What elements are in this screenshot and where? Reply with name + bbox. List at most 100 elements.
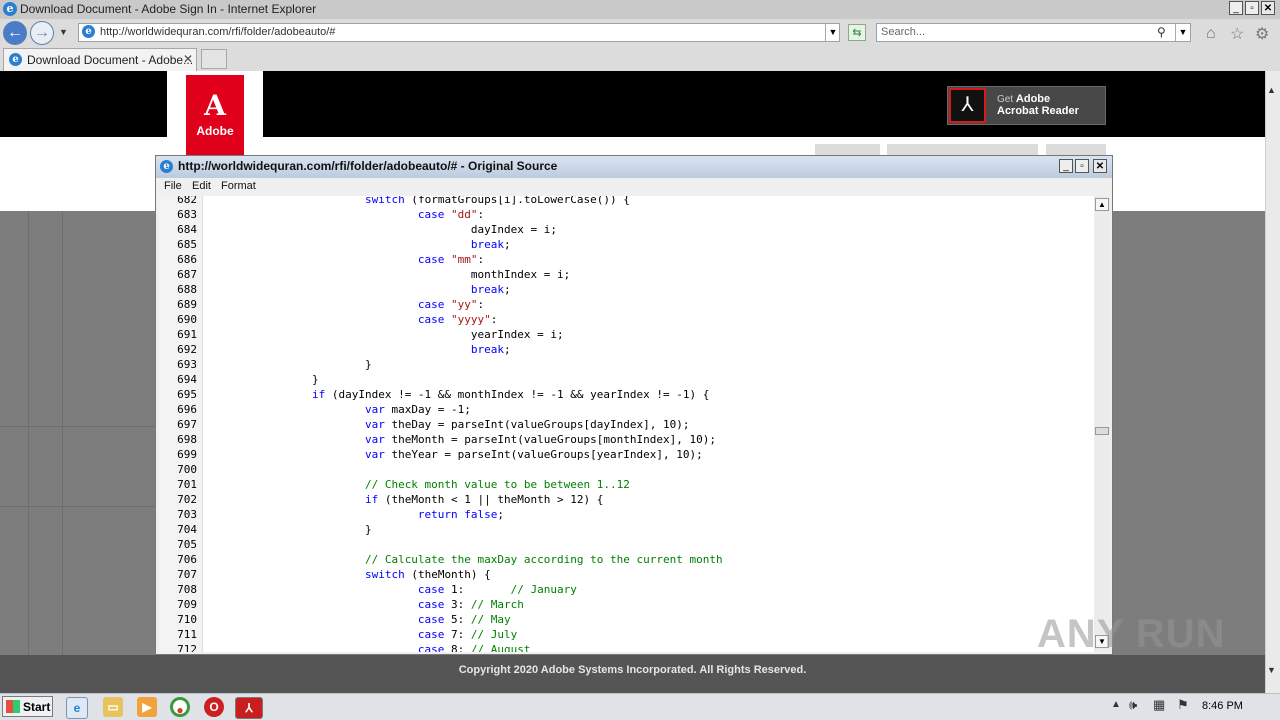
refresh-icon[interactable]: ⇆ xyxy=(848,24,866,41)
code-token: (theMonth) { xyxy=(404,568,491,581)
page-scrollbar[interactable]: ▲ ▼ xyxy=(1265,71,1280,693)
code-token: : xyxy=(477,208,485,221)
start-button[interactable]: Start xyxy=(2,696,53,717)
tab-label: Download Document - Adobe... xyxy=(27,53,194,67)
taskbar-media-player-icon[interactable]: ▶ xyxy=(137,697,157,717)
code-token: 7: xyxy=(444,628,471,641)
taskbar-chrome-icon[interactable]: ● xyxy=(170,697,190,717)
code-text: break; xyxy=(206,282,511,297)
code-line: 710 case 5: // May xyxy=(159,612,1094,627)
code-text: } xyxy=(206,357,372,372)
tab-active[interactable]: e Download Document - Adobe... ✕ xyxy=(3,48,197,71)
maximize-button[interactable]: ▫ xyxy=(1245,1,1259,15)
code-text: dayIndex = i; xyxy=(206,222,557,237)
code-token: dayIndex = i; xyxy=(206,223,557,236)
code-text: case 5: // May xyxy=(206,612,511,627)
code-text: case "mm": xyxy=(206,252,484,267)
favorites-star-icon[interactable]: ☆ xyxy=(1230,24,1244,44)
code-token: : xyxy=(477,298,485,311)
taskbar-clock[interactable]: 8:46 PM xyxy=(1202,700,1243,712)
tab-page-icon: e xyxy=(9,53,22,66)
code-text: case "dd": xyxy=(206,207,484,222)
taskbar-explorer-icon[interactable]: ▭ xyxy=(103,697,123,717)
search-dropdown-icon[interactable]: ▼ xyxy=(1175,24,1190,41)
line-number: 694 xyxy=(177,373,197,386)
scroll-down-arrow-icon[interactable]: ▼ xyxy=(1267,665,1276,675)
source-scrollbar[interactable]: ▲ ▼ xyxy=(1094,196,1111,652)
back-button[interactable]: ← xyxy=(3,21,27,45)
adobe-logo-letter: A xyxy=(204,89,226,122)
action-center-flag-icon[interactable]: ⚑ xyxy=(1177,697,1189,713)
new-tab-button[interactable] xyxy=(201,49,227,69)
code-token: 3: xyxy=(444,598,471,611)
code-text: break; xyxy=(206,237,511,252)
code-token: ; xyxy=(504,343,511,356)
code-line: 695 if (dayIndex != -1 && monthIndex != … xyxy=(159,387,1094,402)
address-bar[interactable]: e http://worldwidequran.com/rfi/folder/a… xyxy=(78,23,840,42)
reader-line1: Get Adobe xyxy=(997,93,1050,105)
search-box[interactable]: Search... ⚲ ▼ xyxy=(876,23,1191,42)
network-icon[interactable]: ▦ xyxy=(1153,697,1165,713)
menu-file[interactable]: File xyxy=(164,180,182,192)
code-keyword: break xyxy=(470,343,505,356)
taskbar-ie-icon[interactable]: e xyxy=(66,697,88,719)
line-number: 686 xyxy=(177,253,197,266)
search-icon[interactable]: ⚲ xyxy=(1157,25,1166,39)
scroll-up-arrow-icon[interactable]: ▲ xyxy=(1267,85,1276,95)
volume-icon[interactable]: 🕪 xyxy=(1129,697,1137,713)
source-scroll-thumb[interactable] xyxy=(1095,427,1109,435)
menu-format[interactable]: Format xyxy=(221,180,256,192)
adobe-logo-word: Adobe xyxy=(196,124,234,138)
close-button[interactable]: ✕ xyxy=(1261,1,1275,15)
code-comment: // May xyxy=(470,613,511,626)
code-line: 697 var theDay = parseInt(valueGroups[da… xyxy=(159,417,1094,432)
line-number: 696 xyxy=(177,403,197,416)
source-window-icon: e xyxy=(160,160,173,173)
tray-expand-icon[interactable]: ▲ xyxy=(1111,699,1121,710)
code-keyword: switch xyxy=(364,196,405,206)
taskbar-acrobat-icon[interactable]: ⅄ xyxy=(235,697,263,719)
code-token: } xyxy=(206,373,319,386)
source-maximize-button[interactable]: ▫ xyxy=(1075,159,1089,173)
source-close-button[interactable]: ✕ xyxy=(1093,159,1107,173)
code-text: var theYear = parseInt(valueGroups[yearI… xyxy=(206,447,703,462)
home-icon[interactable]: ⌂ xyxy=(1206,25,1216,43)
source-scroll-up-icon[interactable]: ▲ xyxy=(1095,198,1109,211)
code-token: : xyxy=(477,253,485,266)
tab-close-icon[interactable]: ✕ xyxy=(183,52,193,66)
code-line: 712 case 8: // August xyxy=(159,642,1094,652)
minimize-button[interactable]: _ xyxy=(1229,1,1243,15)
code-line: 698 var theMonth = parseInt(valueGroups[… xyxy=(159,432,1094,447)
settings-gear-icon[interactable]: ⚙ xyxy=(1255,24,1269,44)
code-text: var maxDay = -1; xyxy=(206,402,471,417)
code-text: case 1: // January xyxy=(206,582,577,597)
address-dropdown-icon[interactable]: ▼ xyxy=(825,24,840,41)
source-code-area[interactable]: 682 switch (formatGroups[i].toLowerCase(… xyxy=(159,196,1094,652)
code-text: case 8: // August xyxy=(206,642,531,652)
code-token: : xyxy=(490,313,498,326)
taskbar-opera-icon[interactable]: O xyxy=(204,697,224,717)
code-keyword: break xyxy=(470,238,505,251)
code-line: 708 case 1: // January xyxy=(159,582,1094,597)
code-text: var theMonth = parseInt(valueGroups[mont… xyxy=(206,432,716,447)
source-minimize-button[interactable]: _ xyxy=(1059,159,1073,173)
code-token: ; xyxy=(504,283,511,296)
line-number: 689 xyxy=(177,298,197,311)
line-number: 705 xyxy=(177,538,197,551)
code-line: 686 case "mm": xyxy=(159,252,1094,267)
code-token: (theMonth < 1 || theMonth > 12) { xyxy=(378,493,604,506)
history-dropdown-icon[interactable]: ▼ xyxy=(59,27,68,37)
line-number: 707 xyxy=(177,568,197,581)
acrobat-icon: ⅄ xyxy=(949,88,986,123)
menu-edit[interactable]: Edit xyxy=(192,180,211,192)
taskbar xyxy=(0,693,1280,720)
get-acrobat-reader-button[interactable]: ⅄ Get Adobe Acrobat Reader xyxy=(947,86,1106,125)
forward-button[interactable]: → xyxy=(30,21,54,45)
line-number: 690 xyxy=(177,313,197,326)
